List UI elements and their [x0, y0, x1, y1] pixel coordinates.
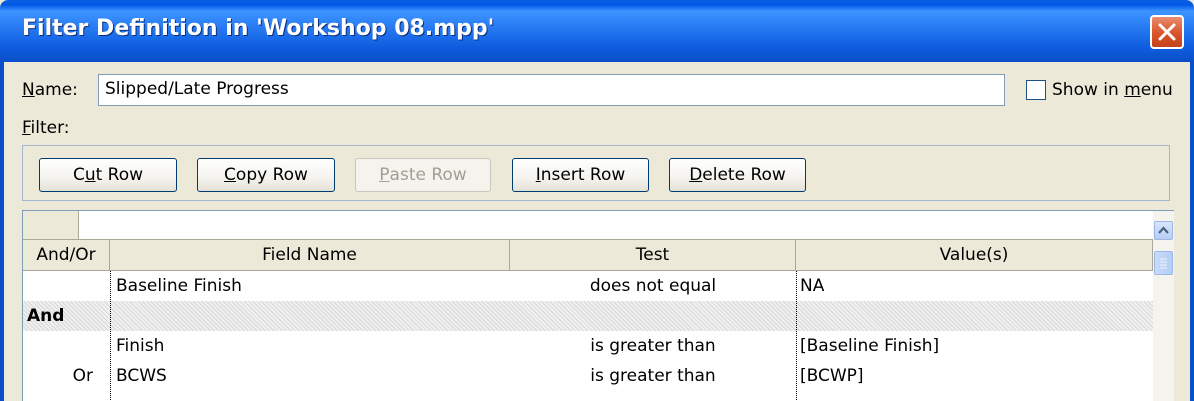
close-icon: [1158, 23, 1176, 41]
value-cell[interactable]: NA: [800, 271, 824, 301]
chevron-up-icon: [1158, 226, 1169, 234]
column-divider: [110, 271, 111, 401]
column-header-field-name[interactable]: Field Name: [110, 240, 510, 271]
filter-label: Filter:: [22, 118, 70, 138]
field-name-cell[interactable]: Finish: [116, 331, 164, 361]
show-in-menu-checkbox[interactable]: [1026, 80, 1046, 100]
cut-row-button[interactable]: Cut Row: [39, 158, 177, 192]
filter-grid: And/Or Field Name Test Value(s) Baseline…: [22, 210, 1174, 401]
edit-bar-corner: [23, 211, 79, 240]
title-bar: Filter Definition in 'Workshop 08.mpp': [0, 0, 1194, 62]
test-cell[interactable]: is greater than: [510, 331, 796, 361]
table-row[interactable]: Or BCWS is greater than [BCWP]: [23, 361, 1153, 391]
insert-row-button[interactable]: Insert Row: [512, 158, 649, 192]
test-cell[interactable]: is greater than: [510, 361, 796, 391]
table-row[interactable]: Finish is greater than [Baseline Finish]: [23, 331, 1153, 361]
column-divider: [796, 271, 797, 401]
name-input[interactable]: Slipped/Late Progress: [98, 74, 1005, 106]
and-or-cell[interactable]: [23, 331, 107, 361]
column-header-test[interactable]: Test: [510, 240, 796, 271]
paste-row-button: Paste Row: [355, 158, 491, 192]
test-cell[interactable]: [510, 301, 796, 331]
column-header-values[interactable]: Value(s): [796, 240, 1153, 271]
and-or-cell[interactable]: And: [27, 301, 64, 331]
value-cell[interactable]: [Baseline Finish]: [800, 331, 939, 361]
vertical-scrollbar[interactable]: [1153, 211, 1174, 401]
grid-edit-bar[interactable]: [23, 211, 1153, 240]
delete-row-button[interactable]: Delete Row: [669, 158, 806, 192]
name-label: Name:: [22, 80, 78, 100]
value-cell[interactable]: [BCWP]: [800, 361, 864, 391]
field-name-cell[interactable]: Baseline Finish: [116, 271, 242, 301]
window-title: Filter Definition in 'Workshop 08.mpp': [22, 16, 495, 41]
test-cell[interactable]: does not equal: [510, 271, 796, 301]
grip-icon: [1160, 258, 1167, 269]
scroll-thumb[interactable]: [1154, 251, 1173, 275]
copy-row-button[interactable]: Copy Row: [197, 158, 335, 192]
and-or-cell[interactable]: Or: [23, 361, 93, 391]
column-header-and-or[interactable]: And/Or: [23, 240, 110, 271]
and-or-cell[interactable]: [23, 271, 107, 301]
show-in-menu-label[interactable]: Show in menu: [1052, 80, 1173, 100]
table-row[interactable]: Baseline Finish does not equal NA: [23, 271, 1153, 301]
field-name-cell[interactable]: BCWS: [116, 361, 167, 391]
table-row[interactable]: And: [23, 301, 1153, 331]
scroll-up-button[interactable]: [1154, 221, 1173, 240]
close-button[interactable]: [1150, 15, 1184, 49]
